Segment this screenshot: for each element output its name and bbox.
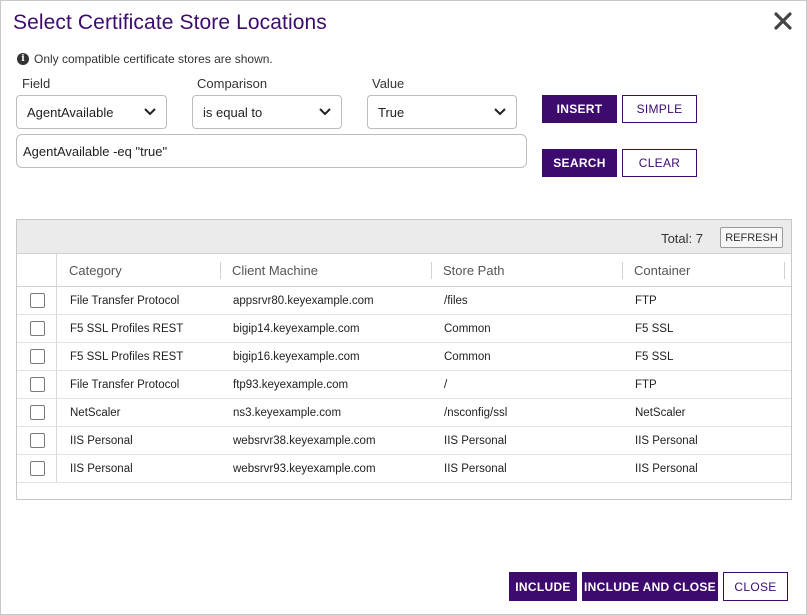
comparison-label: Comparison (197, 76, 268, 91)
column-header-client-machine[interactable]: Client Machine (220, 254, 431, 287)
include-button[interactable]: INCLUDE (509, 572, 577, 601)
row-checkbox[interactable] (30, 293, 45, 308)
cell-category: File Transfer Protocol (70, 295, 180, 307)
cell-container: FTP (635, 379, 657, 391)
grid-header: Category Client Machine Store Path Conta… (17, 254, 791, 287)
row-checkbox[interactable] (30, 349, 45, 364)
row-checkbox[interactable] (30, 377, 45, 392)
column-header-store-path[interactable]: Store Path (431, 254, 622, 287)
table-row[interactable]: IIS Personal websrvr38.keyexample.com II… (17, 427, 791, 455)
info-message: i Only compatible certificate stores are… (17, 51, 273, 67)
cell-client-machine: ns3.keyexample.com (233, 407, 342, 419)
cell-category: NetScaler (70, 407, 121, 419)
field-select-value: AgentAvailable (27, 104, 114, 120)
certificate-store-grid: Total: 7 REFRESH Category Client Machine… (16, 219, 792, 500)
cell-store-path: IIS Personal (444, 463, 507, 475)
cell-client-machine: appsrvr80.keyexample.com (233, 295, 374, 307)
comparison-select[interactable]: is equal to (192, 95, 342, 129)
cell-category: File Transfer Protocol (70, 379, 180, 391)
grid-toolbar: Total: 7 REFRESH (17, 220, 791, 254)
cell-container: F5 SSL (635, 351, 674, 363)
chevron-down-icon (319, 108, 331, 116)
row-checkbox[interactable] (30, 321, 45, 336)
info-text: Only compatible certificate stores are s… (34, 52, 273, 66)
table-row[interactable]: F5 SSL Profiles REST bigip14.keyexample.… (17, 315, 791, 343)
cell-category: IIS Personal (70, 463, 133, 475)
table-row[interactable]: NetScaler ns3.keyexample.com /nsconfig/s… (17, 399, 791, 427)
close-button[interactable]: CLOSE (723, 572, 788, 601)
cell-category: F5 SSL Profiles REST (70, 351, 184, 363)
search-button[interactable]: SEARCH (542, 149, 617, 177)
value-select[interactable]: True (367, 95, 517, 129)
cell-client-machine: websrvr38.keyexample.com (233, 435, 376, 447)
value-label: Value (372, 76, 405, 91)
row-checkbox[interactable] (30, 433, 45, 448)
table-row[interactable]: IIS Personal websrvr93.keyexample.com II… (17, 455, 791, 483)
close-icon[interactable] (772, 9, 794, 33)
column-header-container[interactable]: Container (622, 254, 785, 287)
cell-store-path: Common (444, 323, 491, 335)
query-input[interactable]: AgentAvailable -eq "true" (16, 134, 527, 168)
cell-store-path: /nsconfig/ssl (444, 407, 508, 419)
total-count: Total: 7 (661, 231, 703, 246)
cell-container: FTP (635, 295, 657, 307)
cell-container: F5 SSL (635, 323, 674, 335)
row-checkbox[interactable] (30, 405, 45, 420)
field-select[interactable]: AgentAvailable (16, 95, 167, 129)
cell-client-machine: ftp93.keyexample.com (233, 379, 349, 391)
include-and-close-button[interactable]: INCLUDE AND CLOSE (582, 572, 718, 601)
simple-button[interactable]: SIMPLE (622, 95, 697, 123)
clear-button[interactable]: CLEAR (622, 149, 697, 177)
cell-client-machine: bigip14.keyexample.com (233, 323, 360, 335)
table-row[interactable]: File Transfer Protocol appsrvr80.keyexam… (17, 287, 791, 315)
cell-container: IIS Personal (635, 435, 698, 447)
field-label: Field (22, 76, 51, 91)
dialog-title: Select Certificate Store Locations (13, 11, 327, 34)
cell-client-machine: bigip16.keyexample.com (233, 351, 360, 363)
chevron-down-icon (144, 108, 156, 116)
cell-client-machine: websrvr93.keyexample.com (233, 463, 376, 475)
chevron-down-icon (494, 108, 506, 116)
cell-store-path: /files (444, 295, 468, 307)
column-header-category[interactable]: Category (57, 254, 220, 287)
cell-category: IIS Personal (70, 435, 133, 447)
cell-store-path: Common (444, 351, 491, 363)
insert-button[interactable]: INSERT (542, 95, 617, 123)
row-checkbox[interactable] (30, 461, 45, 476)
certificate-store-dialog: Select Certificate Store Locations i Onl… (0, 0, 807, 615)
comparison-select-value: is equal to (203, 104, 263, 120)
cell-store-path: IIS Personal (444, 435, 507, 447)
cell-container: NetScaler (635, 407, 686, 419)
info-icon: i (17, 53, 29, 65)
table-row[interactable]: F5 SSL Profiles REST bigip16.keyexample.… (17, 343, 791, 371)
refresh-button[interactable]: REFRESH (720, 227, 783, 248)
cell-store-path: / (444, 379, 448, 391)
cell-category: F5 SSL Profiles REST (70, 323, 184, 335)
cell-container: IIS Personal (635, 463, 698, 475)
table-row[interactable]: File Transfer Protocol ftp93.keyexample.… (17, 371, 791, 399)
value-select-value: True (378, 104, 405, 120)
query-text: AgentAvailable -eq "true" (23, 143, 168, 159)
